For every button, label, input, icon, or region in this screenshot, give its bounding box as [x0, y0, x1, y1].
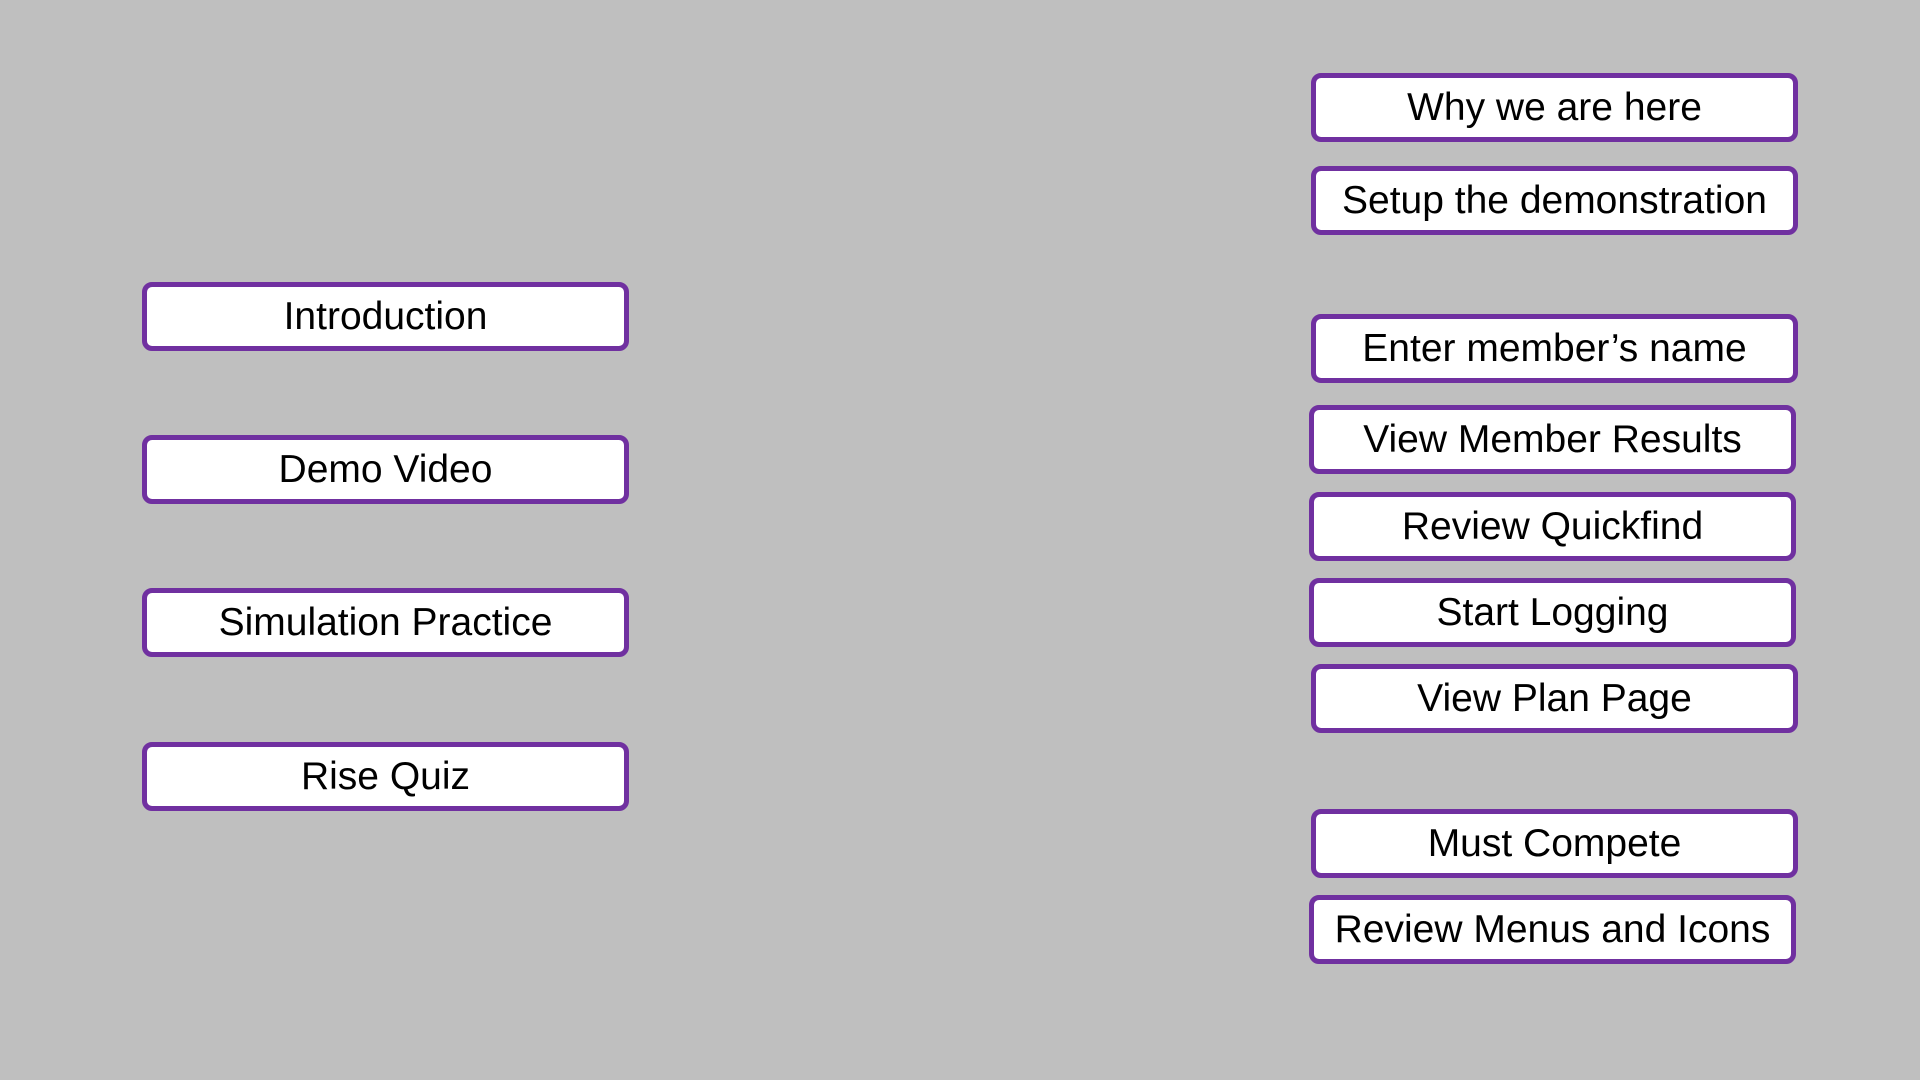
view-member-results-button[interactable]: View Member Results [1309, 405, 1796, 474]
demo-video-button[interactable]: Demo Video [142, 435, 629, 504]
must-compete-button[interactable]: Must Compete [1311, 809, 1798, 878]
why-we-are-here-button[interactable]: Why we are here [1311, 73, 1798, 142]
view-plan-page-button[interactable]: View Plan Page [1311, 664, 1798, 733]
enter-member-name-button[interactable]: Enter member’s name [1311, 314, 1798, 383]
simulation-practice-button[interactable]: Simulation Practice [142, 588, 629, 657]
review-quickfind-button[interactable]: Review Quickfind [1309, 492, 1796, 561]
introduction-button[interactable]: Introduction [142, 282, 629, 351]
review-menus-icons-button[interactable]: Review Menus and Icons [1309, 895, 1796, 964]
rise-quiz-button[interactable]: Rise Quiz [142, 742, 629, 811]
setup-demonstration-button[interactable]: Setup the demonstration [1311, 166, 1798, 235]
start-logging-button[interactable]: Start Logging [1309, 578, 1796, 647]
